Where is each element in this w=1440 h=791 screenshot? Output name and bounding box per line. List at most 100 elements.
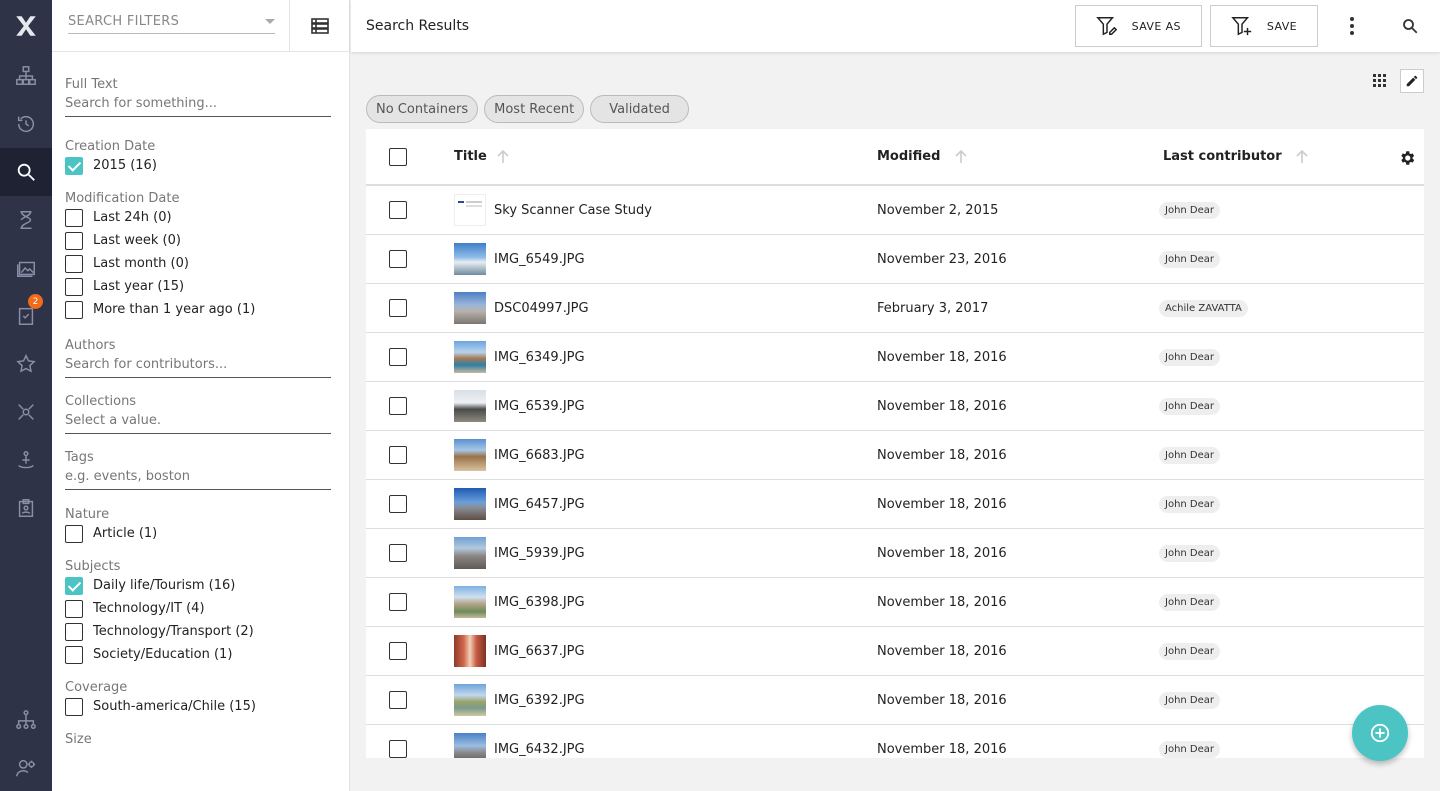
modification-date-option[interactable]: More than 1 year ago (1) (65, 298, 331, 321)
checkbox[interactable] (65, 576, 83, 595)
row-checkbox[interactable] (389, 348, 407, 366)
row-contributor[interactable]: John Dear (1159, 740, 1221, 758)
table-row[interactable]: IMG_6683.JPG November 18, 2016 John Dear (366, 431, 1424, 480)
table-row[interactable]: IMG_5939.JPG November 18, 2016 John Dear (366, 529, 1424, 578)
table-row[interactable]: DSC04997.JPG February 3, 2017 Achile ZAV… (366, 284, 1424, 333)
row-title[interactable]: IMG_6539.JPG (494, 399, 585, 414)
checkbox[interactable] (65, 645, 83, 664)
table-row[interactable]: IMG_6392.JPG November 18, 2016 John Dear (366, 676, 1424, 725)
subjects-option[interactable]: Daily life/Tourism (16) (65, 574, 331, 597)
search-icon[interactable] (0, 148, 52, 196)
collaboration-icon[interactable] (0, 388, 52, 436)
row-contributor[interactable]: John Dear (1159, 397, 1221, 415)
row-contributor[interactable]: John Dear (1159, 250, 1221, 268)
row-checkbox[interactable] (389, 250, 407, 268)
row-checkbox[interactable] (389, 201, 407, 219)
table-row[interactable]: IMG_6457.JPG November 18, 2016 John Dear (366, 480, 1424, 529)
row-checkbox[interactable] (389, 299, 407, 317)
chip-most-recent[interactable]: Most Recent (484, 95, 585, 123)
more-options-icon[interactable] (1332, 17, 1372, 35)
checkbox[interactable] (65, 231, 83, 250)
row-title[interactable]: IMG_6398.JPG (494, 595, 585, 610)
checkbox[interactable] (65, 277, 83, 296)
row-title[interactable]: IMG_6432.JPG (494, 742, 585, 757)
gallery-icon[interactable] (0, 244, 52, 292)
modification-date-option[interactable]: Last month (0) (65, 252, 331, 275)
row-checkbox[interactable] (389, 642, 407, 660)
row-checkbox[interactable] (389, 544, 407, 562)
table-row[interactable]: IMG_6432.JPG November 18, 2016 John Dear (366, 725, 1424, 758)
table-row[interactable]: IMG_6539.JPG November 18, 2016 John Dear (366, 382, 1424, 431)
row-title[interactable]: DSC04997.JPG (494, 301, 589, 316)
sort-arrow-icon[interactable] (955, 149, 967, 164)
full-text-input[interactable]: Search for something... (65, 96, 331, 117)
row-title[interactable]: IMG_6549.JPG (494, 252, 585, 267)
search-icon[interactable] (1390, 17, 1430, 35)
row-contributor[interactable]: John Dear (1159, 593, 1221, 611)
row-contributor[interactable]: John Dear (1159, 348, 1221, 366)
row-title[interactable]: IMG_6457.JPG (494, 497, 585, 512)
edit-icon[interactable] (1400, 69, 1424, 93)
checkbox[interactable] (65, 254, 83, 273)
save-button[interactable]: SAVE (1209, 5, 1318, 47)
coverage-option[interactable]: South-america/Chile (15) (65, 695, 331, 718)
table-row[interactable]: IMG_6349.JPG November 18, 2016 John Dear (366, 333, 1424, 382)
history-icon[interactable] (0, 100, 52, 148)
sitemap-icon[interactable] (0, 696, 52, 744)
row-checkbox[interactable] (389, 397, 407, 415)
user-settings-icon[interactable] (0, 744, 52, 791)
row-contributor[interactable]: John Dear (1159, 201, 1221, 219)
row-contributor[interactable]: John Dear (1159, 544, 1221, 562)
row-title[interactable]: IMG_6392.JPG (494, 693, 585, 708)
row-title[interactable]: Sky Scanner Case Study (494, 203, 652, 218)
table-row[interactable]: IMG_6549.JPG November 23, 2016 John Dear (366, 235, 1424, 284)
subjects-option[interactable]: Technology/Transport (2) (65, 620, 331, 643)
filter-select[interactable]: SEARCH FILTERS (52, 0, 289, 51)
select-all-checkbox[interactable] (389, 147, 407, 166)
row-checkbox[interactable] (389, 593, 407, 611)
checkbox[interactable] (65, 697, 83, 716)
modification-date-option[interactable]: Last 24h (0) (65, 206, 331, 229)
browse-icon[interactable] (0, 52, 52, 100)
collections-input[interactable]: Select a value. (65, 413, 331, 434)
table-row[interactable]: IMG_6398.JPG November 18, 2016 John Dear (366, 578, 1424, 627)
sort-arrow-icon[interactable] (497, 149, 509, 164)
checkbox[interactable] (65, 208, 83, 227)
favorites-icon[interactable] (0, 340, 52, 388)
row-contributor[interactable]: John Dear (1159, 691, 1221, 709)
row-contributor[interactable]: John Dear (1159, 446, 1221, 464)
contributor-column-header[interactable]: Last contributor (1163, 149, 1282, 164)
subjects-option[interactable]: Society/Education (1) (65, 643, 331, 666)
anchor-icon[interactable] (0, 436, 52, 484)
authors-input[interactable]: Search for contributors... (65, 357, 331, 378)
hourglass-icon[interactable] (0, 196, 52, 244)
nature-option[interactable]: Article (1) (65, 522, 331, 545)
creation-date-option[interactable]: 2015 (16) (65, 154, 331, 177)
row-contributor[interactable]: John Dear (1159, 642, 1221, 660)
gear-icon[interactable] (1398, 149, 1416, 171)
modified-column-header[interactable]: Modified (877, 149, 940, 164)
filter-layout-button[interactable] (289, 0, 349, 51)
row-contributor[interactable]: Achile ZAVATTA (1159, 299, 1248, 317)
tags-input[interactable]: e.g. events, boston (65, 469, 331, 490)
modification-date-option[interactable]: Last year (15) (65, 275, 331, 298)
row-checkbox[interactable] (389, 691, 407, 709)
row-contributor[interactable]: John Dear (1159, 495, 1221, 513)
checkbox[interactable] (65, 156, 83, 175)
subjects-option[interactable]: Technology/IT (4) (65, 597, 331, 620)
chip-no-containers[interactable]: No Containers (366, 95, 479, 123)
row-title[interactable]: IMG_6683.JPG (494, 448, 585, 463)
tasks-icon[interactable]: 2 (0, 292, 52, 340)
logo-icon[interactable] (0, 0, 52, 52)
grid-view-icon[interactable] (1368, 69, 1392, 93)
row-title[interactable]: IMG_6637.JPG (494, 644, 585, 659)
row-title[interactable]: IMG_6349.JPG (494, 350, 585, 365)
row-title[interactable]: IMG_5939.JPG (494, 546, 585, 561)
checkbox[interactable] (65, 599, 83, 618)
sort-arrow-icon[interactable] (1296, 149, 1308, 164)
row-checkbox[interactable] (389, 446, 407, 464)
create-button[interactable] (1352, 705, 1408, 761)
chip-validated[interactable]: Validated (590, 95, 689, 123)
table-row[interactable]: IMG_6637.JPG November 18, 2016 John Dear (366, 627, 1424, 676)
checkbox[interactable] (65, 524, 83, 543)
